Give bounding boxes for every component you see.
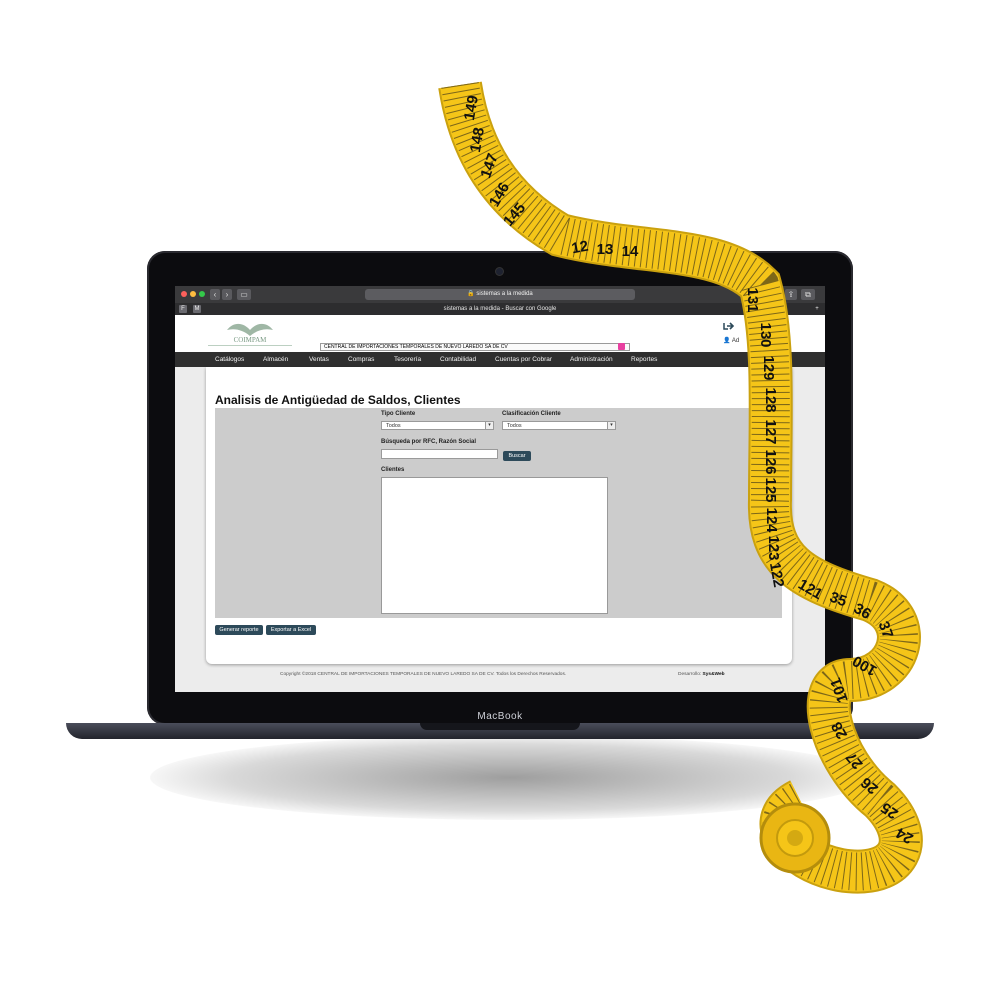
tape-roll-center: [787, 830, 803, 846]
tape-number: 25: [878, 799, 901, 822]
tipo-cliente-label: Tipo Cliente: [381, 411, 416, 417]
sidebar-toggle-button[interactable]: ▭: [237, 289, 251, 300]
clasificacion-cliente-label: Clasificación Cliente: [502, 411, 561, 417]
address-bar[interactable]: 🔒 sistemas a la medida: [365, 289, 635, 300]
tape-number: 37: [875, 619, 897, 640]
tape-number: 24: [893, 824, 917, 847]
busqueda-input[interactable]: [381, 449, 498, 459]
laptop-shadow: [150, 735, 870, 820]
busqueda-label: Búsqueda por RFC, Razón Social: [381, 439, 477, 445]
address-text: sistemas a la medida: [476, 291, 533, 297]
user-icon: 👤: [723, 338, 731, 344]
share-icon[interactable]: ⇪: [785, 289, 797, 300]
footer-developer-prefix: Desarrollo:: [678, 672, 702, 677]
user-label: Ad: [731, 338, 740, 344]
new-tab-icon[interactable]: +: [813, 305, 821, 313]
browser-tabbar: F M sistemas a la medida - Buscar con Go…: [175, 303, 825, 315]
menu-catalogos[interactable]: Catálogos: [215, 352, 244, 367]
footer-copyright: Copyright ©2018 CENTRAL DE IMPORTACIONES…: [280, 672, 567, 677]
tape-roll: [759, 802, 831, 874]
menu-almacen[interactable]: Almacén: [263, 352, 288, 367]
menu-ventas[interactable]: Ventas: [309, 352, 329, 367]
tape-number: 100: [850, 652, 880, 679]
laptop-notch: [420, 723, 580, 730]
exportar-excel-button[interactable]: Exportar a Excel: [266, 625, 316, 635]
lock-icon: 🔒: [467, 291, 475, 297]
zoom-window-icon[interactable]: [199, 291, 205, 297]
camera-icon: [496, 268, 503, 275]
menu-tesoreria[interactable]: Tesorería: [394, 352, 421, 367]
tape-number: 145: [500, 200, 529, 230]
footer-developer: Desarrollo: Sys&Web: [678, 672, 725, 677]
site-header: COIMPAM CENTRAL DE IMPORTACIONES TEMPORA…: [175, 315, 825, 352]
minimize-window-icon[interactable]: [190, 291, 196, 297]
tipo-cliente-value: Todos: [386, 423, 401, 429]
tabs-overview-icon[interactable]: ⧉: [801, 289, 815, 300]
clientes-label: Clientes: [381, 467, 405, 473]
menu-contabilidad[interactable]: Contabilidad: [440, 352, 476, 367]
report-card: Analisis de Antigüedad de Saldos, Client…: [206, 367, 792, 664]
svg-text:COIMPAM: COIMPAM: [234, 336, 268, 344]
generar-reporte-button[interactable]: Generar reporte: [215, 625, 263, 635]
clasificacion-cliente-value: Todos: [507, 423, 522, 429]
tab-title[interactable]: sistemas a la medida - Buscar con Google: [175, 303, 825, 315]
logout-icon[interactable]: [723, 321, 735, 331]
filter-panel: Tipo Cliente Todos ▾ Clasificación Clien…: [215, 408, 782, 618]
main-menu: Catálogos Almacén Ventas Compras Tesorer…: [175, 352, 825, 367]
back-button[interactable]: ‹: [210, 289, 220, 300]
page-title: Analisis de Antigüedad de Saldos, Client…: [215, 393, 461, 407]
company-selector[interactable]: CENTRAL DE IMPORTACIONES TEMPORALES DE N…: [320, 343, 630, 351]
buscar-button[interactable]: Buscar: [503, 451, 531, 461]
user-info[interactable]: 👤 Ad: [723, 337, 739, 344]
tape-number: 148: [467, 126, 488, 154]
laptop-brand: MacBook: [477, 711, 523, 722]
page-content: Analisis de Antigüedad de Saldos, Client…: [175, 367, 825, 692]
clasificacion-cliente-select[interactable]: Todos ▾: [502, 421, 616, 430]
tape-roll-core: [776, 819, 814, 857]
menu-reportes[interactable]: Reportes: [631, 352, 657, 367]
company-logo: COIMPAM: [208, 323, 292, 346]
clientes-list[interactable]: [381, 477, 608, 614]
chevron-down-icon: ▾: [607, 422, 615, 429]
tape-number: 146: [486, 180, 513, 210]
chevron-down-icon: ▾: [485, 422, 493, 429]
menu-compras[interactable]: Compras: [348, 352, 374, 367]
tape-number: 149: [461, 94, 482, 122]
company-name: CENTRAL DE IMPORTACIONES TEMPORALES DE N…: [324, 344, 508, 350]
laptop-screen: ‹ › ▭ 🔒 sistemas a la medida ⇪ ⧉ F M sis…: [175, 286, 825, 692]
company-dropdown-icon[interactable]: [618, 343, 625, 350]
browser-toolbar: ‹ › ▭ 🔒 sistemas a la medida ⇪ ⧉: [175, 286, 825, 303]
tipo-cliente-select[interactable]: Todos ▾: [381, 421, 494, 430]
forward-button[interactable]: ›: [222, 289, 232, 300]
menu-cuentas-por-cobrar[interactable]: Cuentas por Cobrar: [495, 352, 552, 367]
tape-number: 36: [851, 600, 874, 623]
tape-number: 147: [477, 151, 502, 180]
footer-developer-name[interactable]: Sys&Web: [703, 672, 725, 677]
close-window-icon[interactable]: [181, 291, 187, 297]
menu-administracion[interactable]: Administración: [570, 352, 613, 367]
